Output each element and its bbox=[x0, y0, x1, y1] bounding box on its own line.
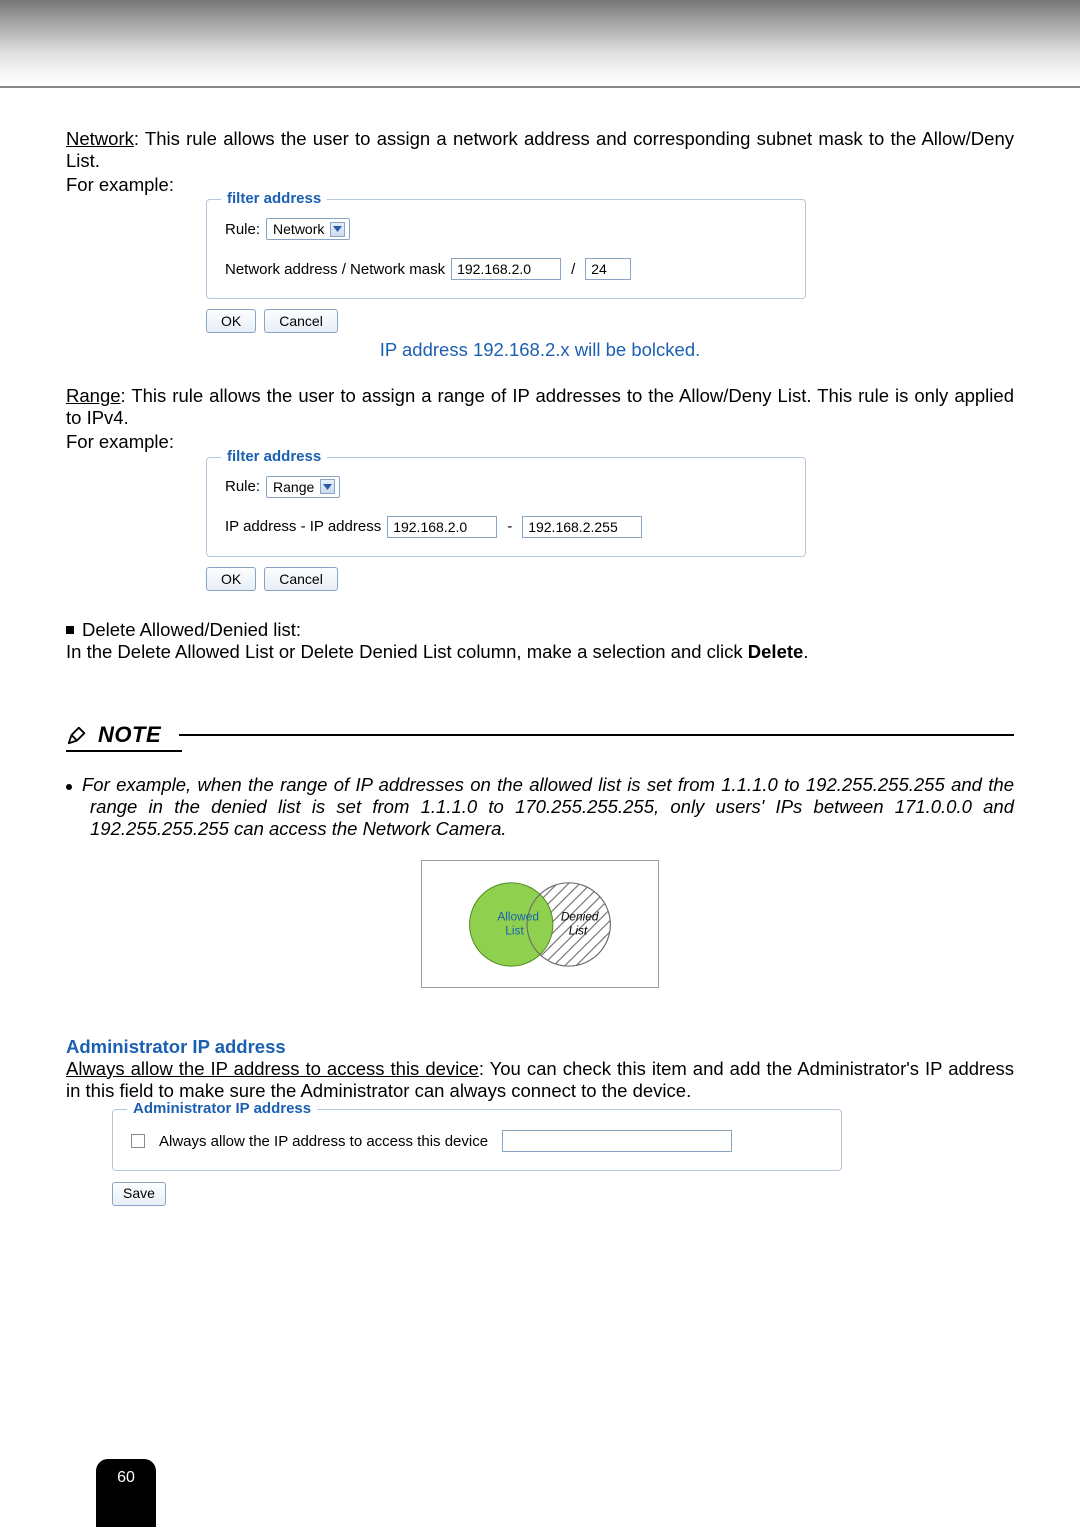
slash-separator: / bbox=[571, 261, 575, 279]
note-block: NOTE For example, when the range of IP a… bbox=[66, 722, 1014, 839]
chevron-down-icon bbox=[320, 479, 335, 494]
dash-separator: - bbox=[507, 518, 512, 536]
admin-para-label: Always allow the IP address to access th… bbox=[66, 1058, 479, 1079]
cancel-button[interactable]: Cancel bbox=[264, 309, 338, 333]
rule-select-network[interactable]: Network bbox=[266, 218, 350, 240]
venn-diagram: Allowed List Denied List bbox=[421, 860, 659, 988]
blocked-caption: IP address 192.168.2.x will be bolcked. bbox=[66, 339, 1014, 361]
bullet-dot-icon bbox=[66, 784, 72, 790]
rule-label: Rule: bbox=[225, 221, 260, 239]
for-example-1: For example: bbox=[66, 174, 1014, 196]
pencil-icon bbox=[66, 724, 88, 746]
venn-denied-label: Denied bbox=[561, 909, 599, 923]
ip-to-input[interactable]: 192.168.2.255 bbox=[522, 516, 642, 538]
save-button[interactable]: Save bbox=[112, 1182, 166, 1206]
page-content: Network: This rule allows the user to as… bbox=[0, 88, 1080, 1206]
ok-button[interactable]: OK bbox=[206, 309, 256, 333]
range-paragraph: Range: This rule allows the user to assi… bbox=[66, 385, 1014, 429]
range-desc: : This rule allows the user to assign a … bbox=[66, 385, 1014, 428]
for-example-2: For example: bbox=[66, 431, 1014, 453]
venn-allowed-label: Allowed bbox=[497, 909, 539, 923]
delete-heading-line: Delete Allowed/Denied list: bbox=[66, 619, 1014, 641]
rule-label-2: Rule: bbox=[225, 478, 260, 496]
admin-ip-input[interactable] bbox=[502, 1130, 732, 1152]
header-gradient bbox=[0, 0, 1080, 88]
note-text: For example, when the range of IP addres… bbox=[66, 774, 1014, 839]
rule-select-value: Network bbox=[273, 221, 324, 238]
ip-address-label: IP address - IP address bbox=[225, 518, 381, 536]
ip-from-input[interactable]: 192.168.2.0 bbox=[387, 516, 497, 538]
range-label: Range bbox=[66, 385, 121, 406]
cancel-button-2[interactable]: Cancel bbox=[264, 567, 338, 591]
svg-text:List: List bbox=[569, 923, 588, 937]
admin-ip-heading: Administrator IP address bbox=[66, 1036, 1014, 1058]
note-horizontal-rule bbox=[179, 734, 1014, 736]
venn-diagram-wrap: Allowed List Denied List bbox=[66, 860, 1014, 988]
filter-address-network-fieldset: filter address Rule: Network Network add… bbox=[206, 199, 806, 299]
rule-select-value-2: Range bbox=[273, 479, 314, 496]
page-number: 60 bbox=[117, 1469, 135, 1487]
admin-paragraph: Always allow the IP address to access th… bbox=[66, 1058, 1014, 1102]
admin-legend: Administrator IP address bbox=[127, 1100, 317, 1118]
rule-select-range[interactable]: Range bbox=[266, 476, 340, 498]
ok-button-2[interactable]: OK bbox=[206, 567, 256, 591]
page-number-tab: 60 bbox=[96, 1459, 156, 1527]
fieldset-legend-2: filter address bbox=[221, 448, 327, 466]
network-mask-input[interactable]: 24 bbox=[585, 258, 631, 280]
fieldset-legend: filter address bbox=[221, 190, 327, 208]
delete-heading: Delete Allowed/Denied list: bbox=[82, 619, 301, 641]
network-desc: : This rule allows the user to assign a … bbox=[66, 128, 1014, 171]
network-address-label: Network address / Network mask bbox=[225, 261, 445, 279]
chevron-down-icon bbox=[330, 222, 345, 237]
delete-body: In the Delete Allowed List or Delete Den… bbox=[66, 641, 1014, 663]
network-label: Network bbox=[66, 128, 134, 149]
admin-ip-fieldset: Administrator IP address Always allow th… bbox=[112, 1109, 842, 1171]
filter-address-range-fieldset: filter address Rule: Range IP address - … bbox=[206, 457, 806, 557]
note-underline bbox=[66, 750, 182, 752]
square-bullet-icon bbox=[66, 626, 74, 634]
note-title: NOTE bbox=[98, 722, 161, 748]
network-paragraph: Network: This rule allows the user to as… bbox=[66, 128, 1014, 172]
network-address-input[interactable]: 192.168.2.0 bbox=[451, 258, 561, 280]
always-allow-label: Always allow the IP address to access th… bbox=[159, 1133, 488, 1151]
svg-text:List: List bbox=[505, 923, 524, 937]
always-allow-checkbox[interactable] bbox=[131, 1134, 145, 1148]
